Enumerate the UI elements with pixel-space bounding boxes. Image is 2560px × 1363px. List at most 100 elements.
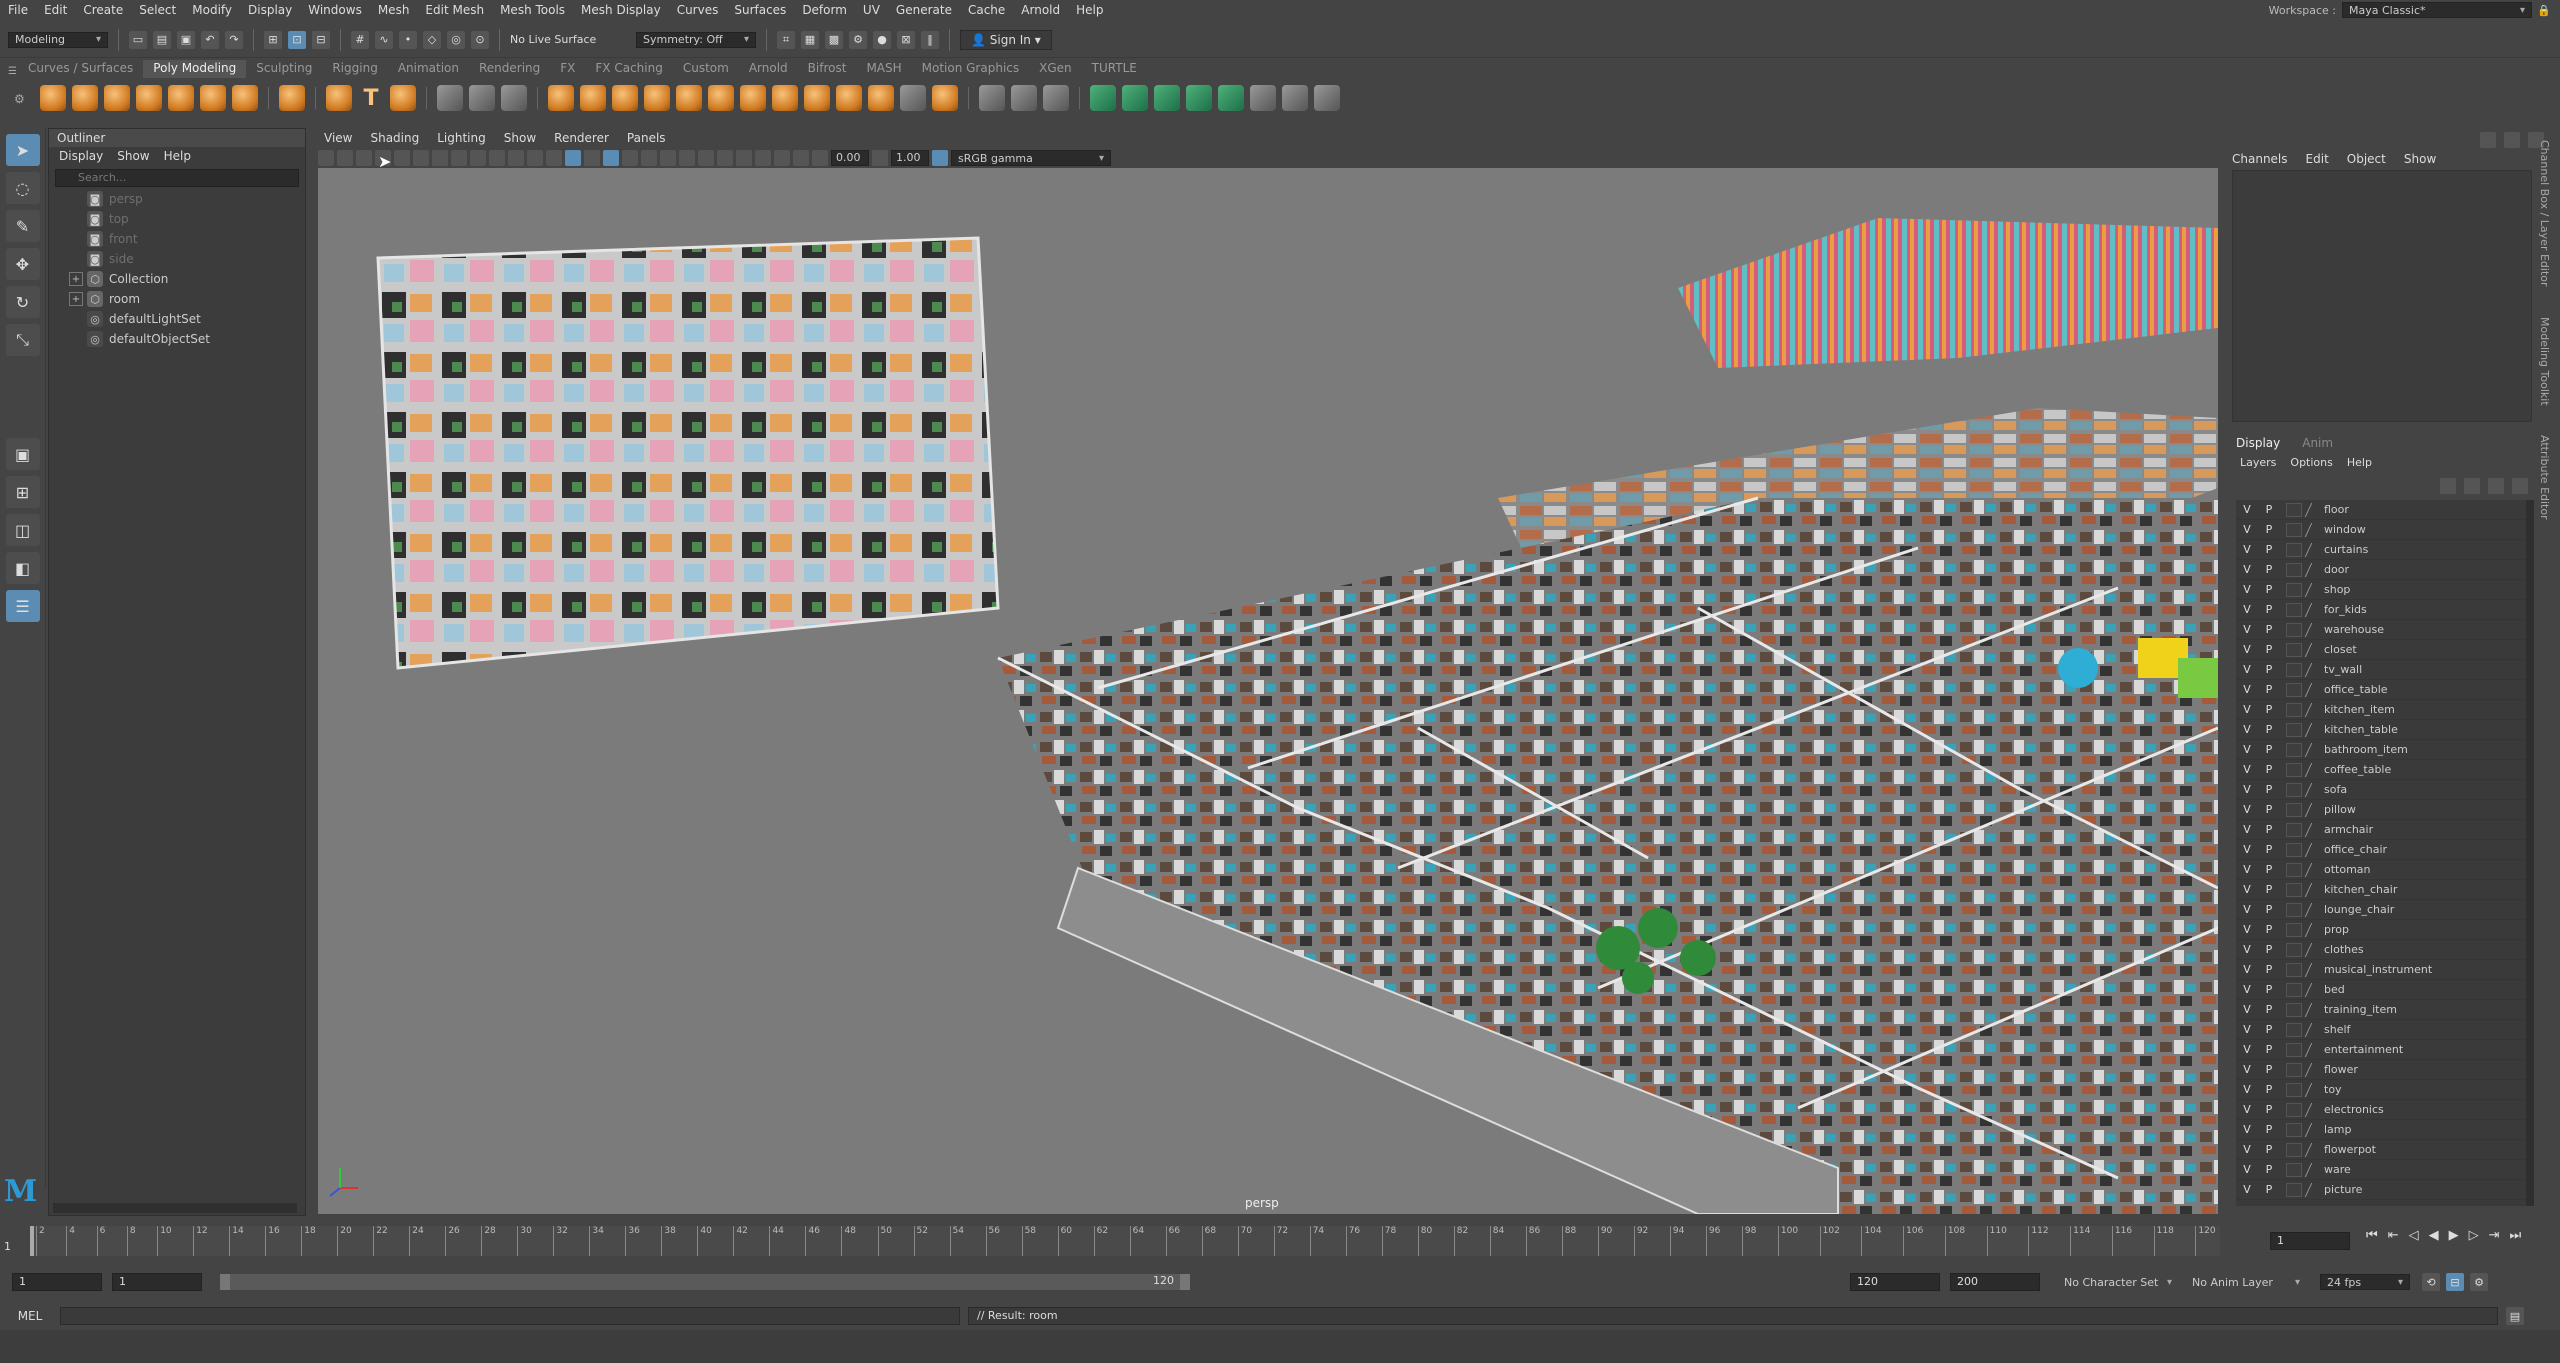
- layer-visibility-toggle[interactable]: V: [2236, 583, 2258, 596]
- layer-visibility-toggle[interactable]: V: [2236, 783, 2258, 796]
- layer-visibility-toggle[interactable]: V: [2236, 643, 2258, 656]
- smooth-shade-icon[interactable]: [565, 150, 581, 166]
- layer-visibility-toggle[interactable]: V: [2236, 703, 2258, 716]
- layer-playback-toggle[interactable]: P: [2258, 683, 2280, 696]
- move-tool-icon[interactable]: ✥: [5, 248, 40, 280]
- layer-playback-toggle[interactable]: P: [2258, 1143, 2280, 1156]
- render-current-icon[interactable]: ▦: [801, 30, 819, 49]
- layer-color-swatch[interactable]: [2286, 1062, 2302, 1077]
- layer-row[interactable]: V Pbathroom_item: [2236, 740, 2526, 760]
- layer-color-swatch[interactable]: [2286, 982, 2302, 997]
- symmetry-dropdown[interactable]: Symmetry: Off: [636, 31, 756, 48]
- layer-visibility-toggle[interactable]: V: [2236, 943, 2258, 956]
- script-editor-icon[interactable]: ▤: [2506, 1307, 2524, 1325]
- snap-curve-icon[interactable]: ∿: [375, 30, 393, 49]
- outliner-scrollbar[interactable]: [53, 1203, 297, 1213]
- layer-menu-help[interactable]: Help: [2347, 456, 2372, 469]
- layer-color-swatch[interactable]: [2286, 902, 2302, 917]
- layer-visibility-toggle[interactable]: V: [2236, 823, 2258, 836]
- shadows-icon[interactable]: [641, 150, 657, 166]
- layer-visibility-toggle[interactable]: V: [2236, 1023, 2258, 1036]
- perspective-viewport[interactable]: [318, 168, 2218, 1214]
- layer-playback-toggle[interactable]: P: [2258, 723, 2280, 736]
- menu-file[interactable]: File: [0, 3, 36, 17]
- scale-tool-icon[interactable]: ⤡: [5, 324, 40, 356]
- layer-visibility-toggle[interactable]: V: [2236, 1123, 2258, 1136]
- layer-row[interactable]: V Ptoy: [2236, 1080, 2526, 1100]
- outliner-search-input[interactable]: Search...: [55, 169, 299, 187]
- step-back-frame-icon[interactable]: ◁: [2409, 1228, 2419, 1243]
- channel-menu-object[interactable]: Object: [2347, 152, 2386, 166]
- color-management-icon[interactable]: [932, 150, 948, 166]
- layer-color-swatch[interactable]: [2286, 1122, 2302, 1137]
- mirror-icon[interactable]: [708, 85, 734, 111]
- boolean-icon[interactable]: [676, 85, 702, 111]
- gamma-field[interactable]: 1.00: [891, 150, 929, 166]
- animation-end-field[interactable]: 200: [1950, 1273, 2040, 1291]
- outliner-item[interactable]: ◙ top: [49, 209, 305, 229]
- create-layer-icon[interactable]: [2488, 478, 2504, 494]
- shelf-tab-rendering[interactable]: Rendering: [469, 60, 550, 78]
- snap-grid-icon[interactable]: #: [351, 30, 369, 49]
- menu-edit-mesh[interactable]: Edit Mesh: [417, 3, 492, 17]
- layer-row[interactable]: V Pflower: [2236, 1060, 2526, 1080]
- layer-playback-toggle[interactable]: P: [2258, 1183, 2280, 1196]
- side-tab-1[interactable]: Modeling Toolkit: [2538, 317, 2551, 406]
- layer-color-swatch[interactable]: [2286, 1182, 2302, 1197]
- sew-uv-icon[interactable]: [1314, 85, 1340, 111]
- create-layer-from-selected-icon[interactable]: [2512, 478, 2528, 494]
- layer-color-swatch[interactable]: [2286, 1102, 2302, 1117]
- layer-row[interactable]: V Pflowerpot: [2236, 1140, 2526, 1160]
- layer-row[interactable]: V Pkitchen_item: [2236, 700, 2526, 720]
- shelf-tab-arnold[interactable]: Arnold: [739, 60, 798, 78]
- persp-graph-layout-icon[interactable]: ☰: [5, 590, 40, 622]
- range-slider[interactable]: 1 120: [220, 1274, 1190, 1290]
- playback-start-field[interactable]: 1: [112, 1273, 202, 1291]
- grid-icon[interactable]: [432, 150, 448, 166]
- layer-visibility-toggle[interactable]: V: [2236, 543, 2258, 556]
- layer-color-swatch[interactable]: [2286, 1002, 2302, 1017]
- layer-visibility-toggle[interactable]: V: [2236, 623, 2258, 636]
- anim-layer-dropdown[interactable]: No Anim Layer: [2186, 1274, 2306, 1290]
- menu-create[interactable]: Create: [75, 3, 131, 17]
- resolution-gate-icon[interactable]: [470, 150, 486, 166]
- layer-visibility-toggle[interactable]: V: [2236, 1143, 2258, 1156]
- outliner-item[interactable]: ◙ front: [49, 229, 305, 249]
- layer-row[interactable]: V Pcoffee_table: [2236, 760, 2526, 780]
- outliner-item[interactable]: + ⬡ room: [49, 289, 305, 309]
- layer-visibility-toggle[interactable]: V: [2236, 503, 2258, 516]
- shelf-settings-icon[interactable]: ⚙: [14, 92, 25, 106]
- layer-row[interactable]: V Pbed: [2236, 980, 2526, 1000]
- layer-playback-toggle[interactable]: P: [2258, 603, 2280, 616]
- layer-color-swatch[interactable]: [2286, 1042, 2302, 1057]
- layer-row[interactable]: V Plounge_chair: [2236, 900, 2526, 920]
- layer-visibility-toggle[interactable]: V: [2236, 843, 2258, 856]
- poly-select-icon[interactable]: [437, 85, 463, 111]
- viewport-menu-lighting[interactable]: Lighting: [437, 131, 486, 145]
- viewport-menu-shading[interactable]: Shading: [370, 131, 419, 145]
- layer-row[interactable]: V Poffice_chair: [2236, 840, 2526, 860]
- combine-icon[interactable]: [548, 85, 574, 111]
- menu-cache[interactable]: Cache: [960, 3, 1013, 17]
- menu-edit[interactable]: Edit: [36, 3, 75, 17]
- animation-start-field[interactable]: 1: [12, 1273, 102, 1291]
- layer-row[interactable]: V Pshop: [2236, 580, 2526, 600]
- layer-visibility-toggle[interactable]: V: [2236, 983, 2258, 996]
- layer-row[interactable]: V Pelectronics: [2236, 1100, 2526, 1120]
- layer-playback-toggle[interactable]: P: [2258, 983, 2280, 996]
- layer-visibility-toggle[interactable]: V: [2236, 683, 2258, 696]
- snap-point-icon[interactable]: •: [399, 30, 417, 49]
- channel-menu-show[interactable]: Show: [2404, 152, 2436, 166]
- poly-cone-icon[interactable]: [136, 85, 162, 111]
- channel-menu-edit[interactable]: Edit: [2306, 152, 2329, 166]
- shelf-tab-fx[interactable]: FX: [550, 60, 585, 78]
- append-polygon-icon[interactable]: [868, 85, 894, 111]
- layer-row[interactable]: V Pwarehouse: [2236, 620, 2526, 640]
- super-shape-icon[interactable]: [326, 85, 352, 111]
- shelf-tab-xgen[interactable]: XGen: [1029, 60, 1082, 78]
- menu-uv[interactable]: UV: [855, 3, 888, 17]
- default-lighting-icon[interactable]: [584, 150, 600, 166]
- camera-attributes-icon[interactable]: [337, 150, 353, 166]
- layer-color-swatch[interactable]: [2286, 802, 2302, 817]
- paint-select-tool-icon[interactable]: ✎: [5, 210, 40, 242]
